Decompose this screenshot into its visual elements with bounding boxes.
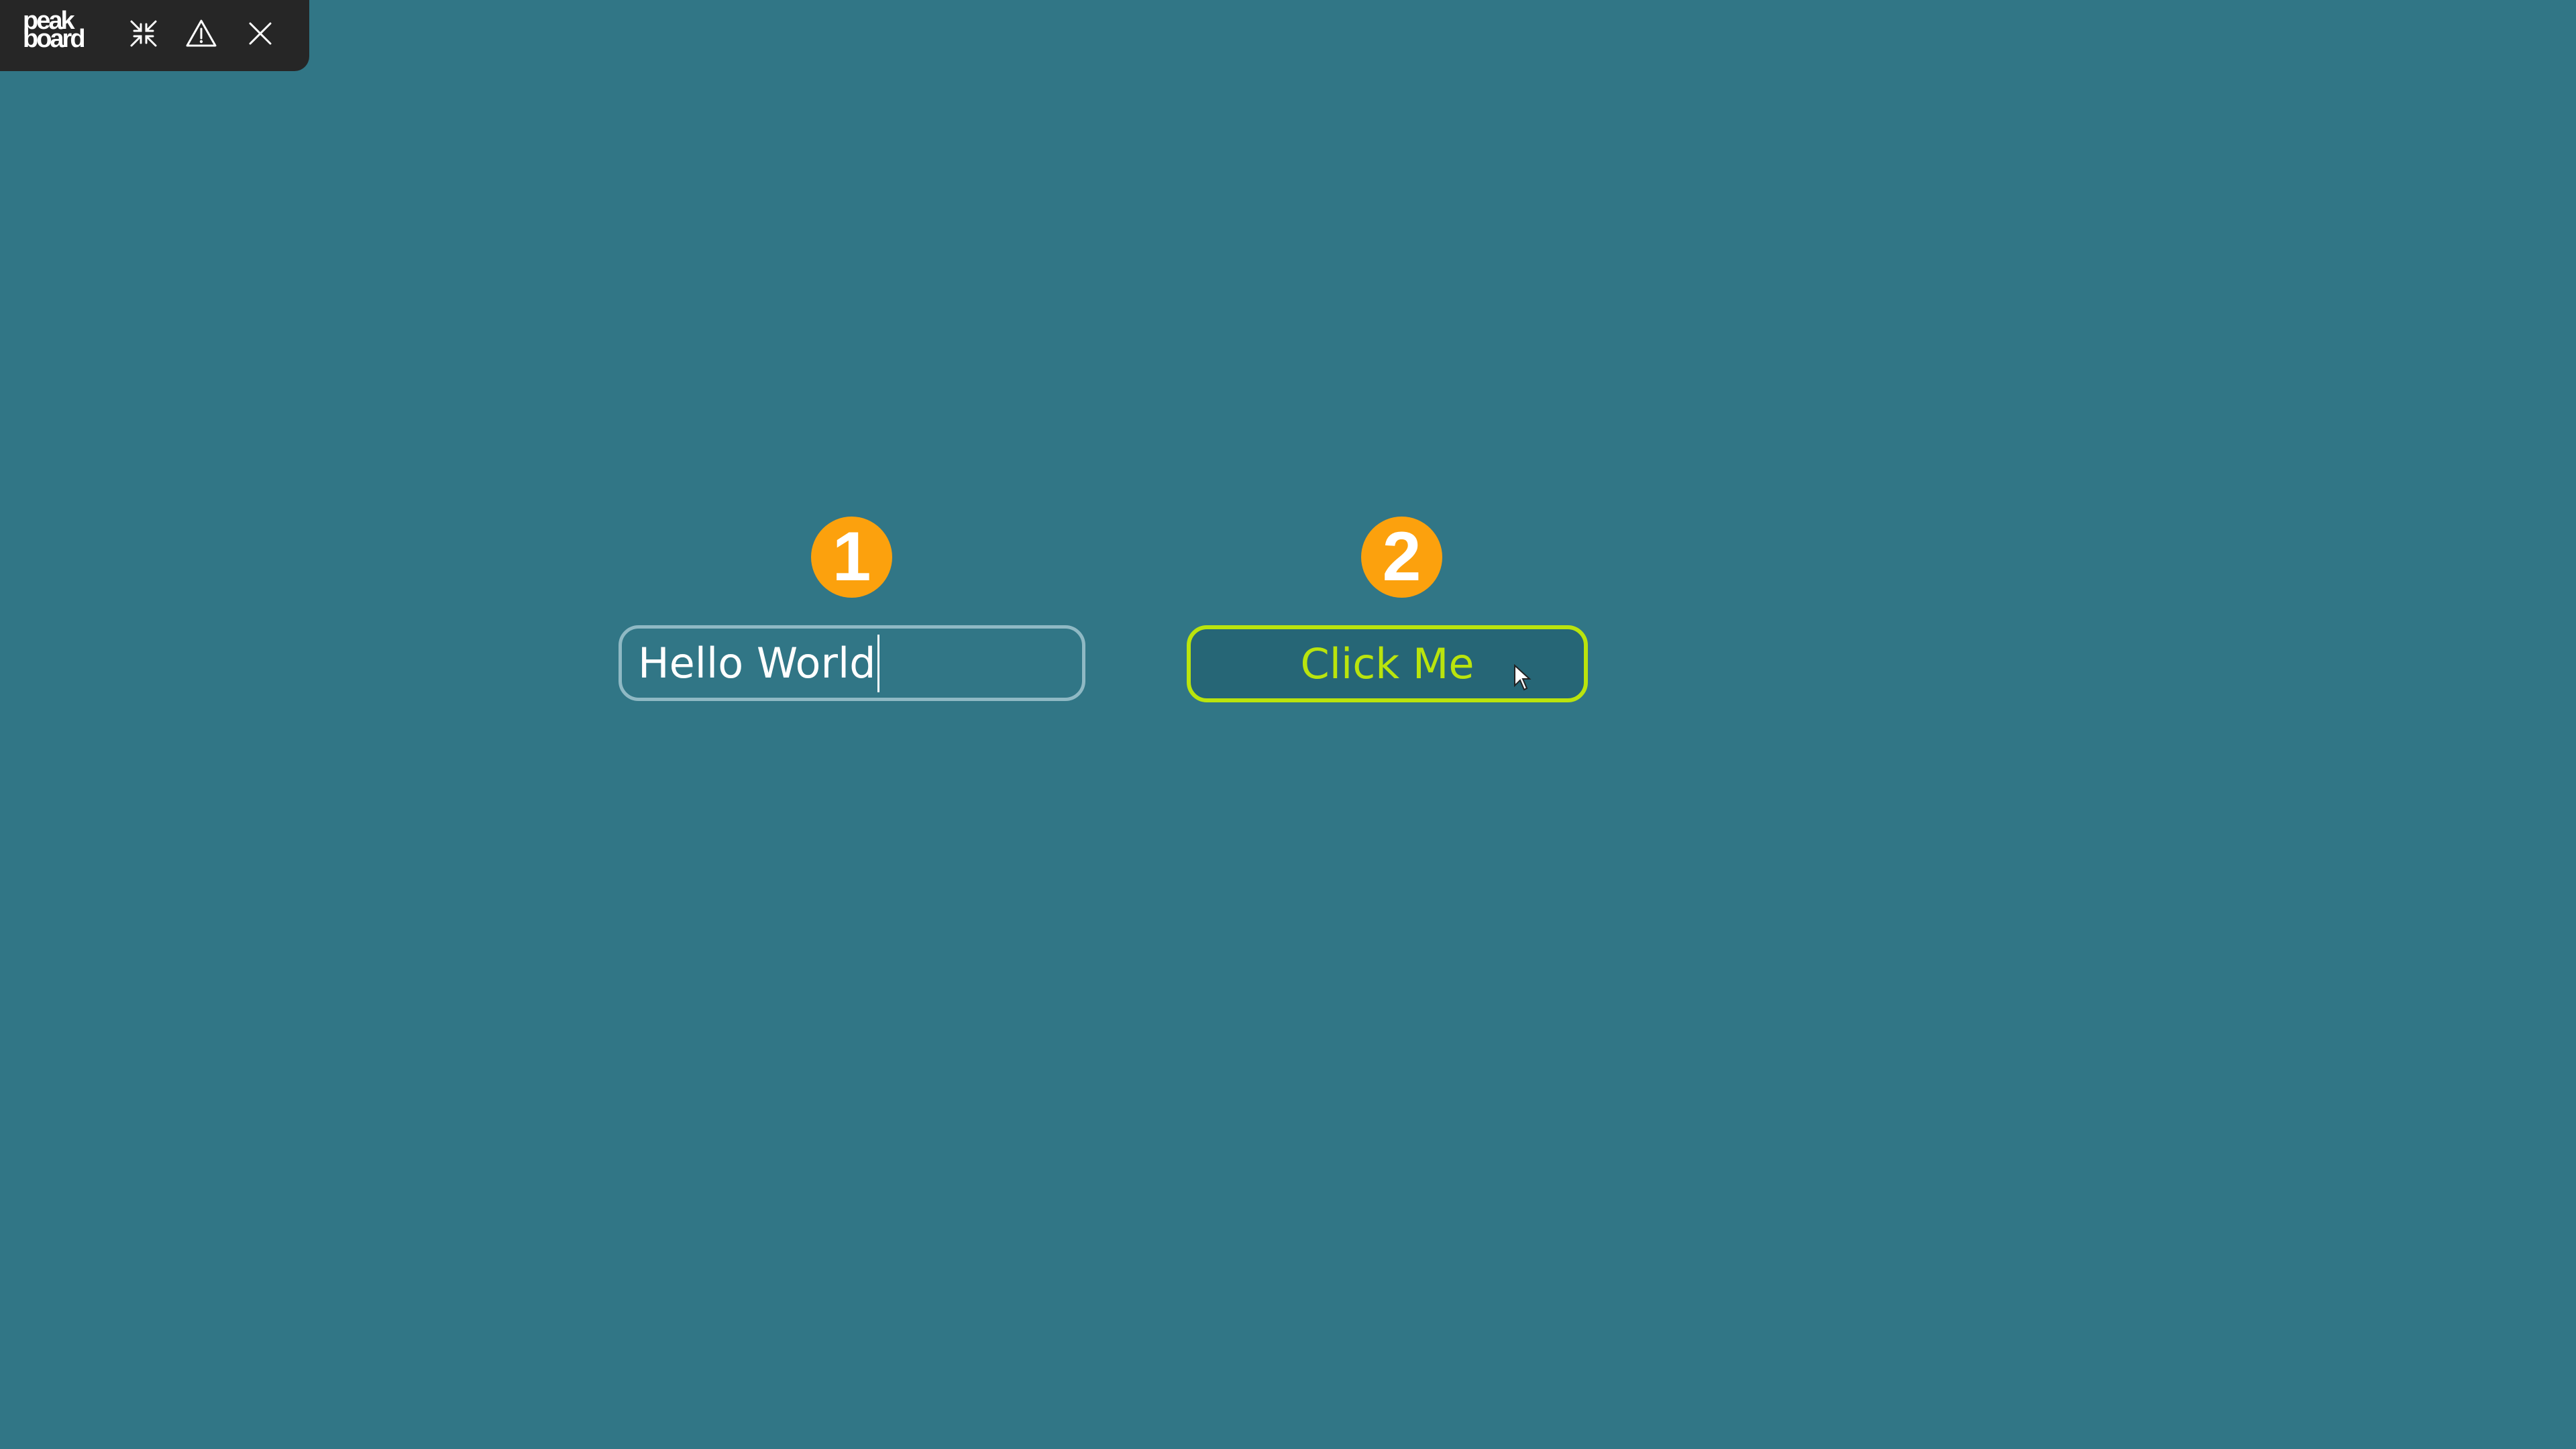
collapse-button[interactable] [125,15,162,52]
mouse-pointer-icon [1514,664,1532,691]
callout-badge-1: 1 [811,517,892,598]
collapse-icon [130,20,157,47]
text-caret [877,634,879,692]
text-input-value: Hello World [638,639,876,688]
peakboard-logo: peak board [23,8,97,54]
warning-icon [186,19,217,47]
warning-button[interactable] [182,15,220,52]
logo-line-2: board [23,25,86,53]
callout-badge-2: 2 [1361,517,1442,598]
text-input[interactable]: Hello World [619,625,1085,701]
runtime-toolbar: peak board [0,0,309,71]
dashboard-canvas: peak board 1 2 Hello World Click Me [0,0,2576,1449]
click-me-button-label: Click Me [1300,639,1474,688]
close-icon [249,22,272,45]
close-button[interactable] [241,15,279,52]
